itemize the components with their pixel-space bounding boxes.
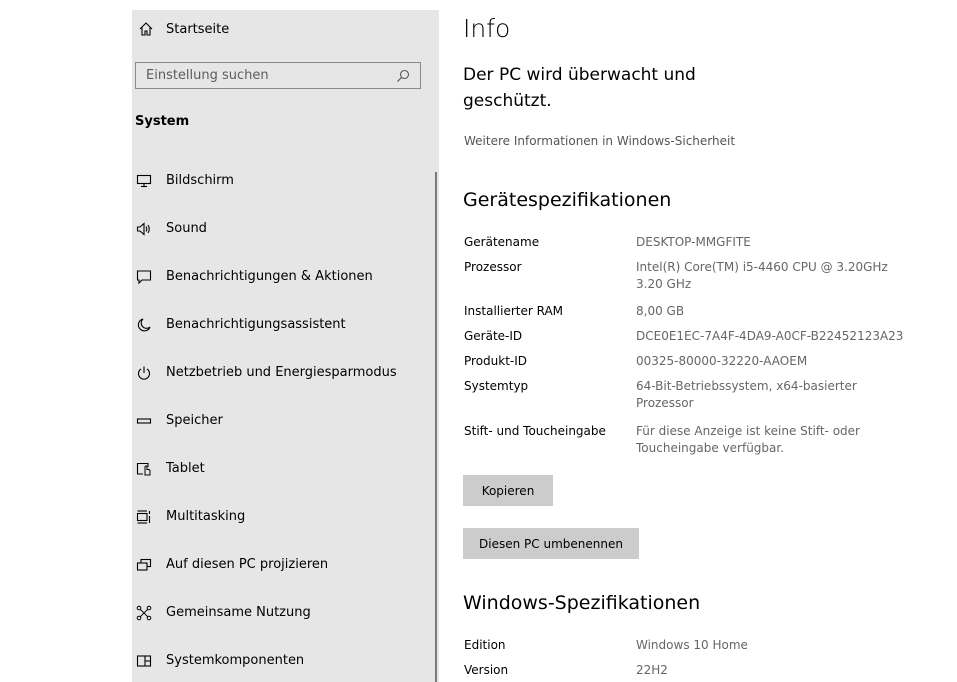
windows-specs-heading: Windows-Spezifikationen [463, 592, 701, 614]
rename-pc-button[interactable]: Diesen PC umbenennen [463, 528, 639, 559]
spec-value: Intel(R) Core(TM) i5-4460 CPU @ 3.20GHz … [636, 260, 888, 291]
section-title-system: System [135, 114, 190, 129]
sidebar-item-label: Multitasking [166, 509, 246, 524]
storage-icon [136, 418, 152, 424]
sidebar-item-label: Gemeinsame Nutzung [166, 605, 311, 620]
sidebar-item-netzbetrieb[interactable]: Netzbetrieb und Energiesparmodus [132, 353, 432, 393]
sidebar-scrollbar[interactable] [435, 172, 437, 682]
share-icon [136, 605, 152, 621]
spec-value: DCE0E1EC-7A4F-4DA9-A0CF-B22452123A23 [636, 329, 904, 343]
sidebar-item-benachrichtigungen[interactable]: Benachrichtigungen & Aktionen [132, 257, 432, 297]
project-icon [136, 558, 152, 571]
device-specs-heading: Gerätespezifikationen [463, 189, 672, 211]
search-placeholder: Einstellung suchen [146, 68, 269, 83]
sidebar-item-tablet[interactable]: Tablet [132, 449, 432, 489]
search-icon[interactable] [396, 69, 410, 83]
moon-icon [137, 318, 151, 332]
sidebar-item-label: Systemkomponenten [166, 653, 305, 668]
sidebar-item-label: Tablet [166, 461, 205, 476]
sidebar-item-multitasking[interactable]: Multitasking [132, 497, 432, 537]
spec-key: Version [464, 663, 509, 677]
spec-value: Windows 10 Home [636, 638, 748, 652]
sidebar-item-bildschirm[interactable]: Bildschirm [132, 161, 432, 201]
spec-key: Prozessor [464, 260, 522, 274]
sidebar-item-systemkomponenten[interactable]: Systemkomponenten [132, 641, 432, 681]
copy-button[interactable]: Kopieren [463, 475, 553, 506]
spec-key: Systemtyp [464, 379, 529, 393]
sidebar-item-projizieren[interactable]: Auf diesen PC projizieren [132, 545, 432, 585]
spec-key: Installierter RAM [464, 304, 564, 318]
speaker-icon [136, 222, 150, 236]
sidebar-item-gemeinsame-nutzung[interactable]: Gemeinsame Nutzung [132, 593, 432, 633]
info-page: Info Der PC wird überwacht und geschützt… [463, 0, 957, 682]
home-link[interactable]: Startseite [132, 18, 432, 42]
sidebar-item-label: Benachrichtigungsassistent [166, 317, 346, 332]
home-label: Startseite [166, 22, 230, 37]
search-input[interactable]: Einstellung suchen [135, 62, 421, 89]
components-icon [136, 655, 152, 667]
spec-value: 8,00 GB [636, 304, 685, 318]
sidebar-item-sound[interactable]: Sound [132, 209, 432, 249]
page-title: Info [463, 14, 511, 43]
spec-value: Für diese Anzeige ist keine Stift- oder … [636, 424, 860, 455]
tablet-icon [136, 462, 151, 476]
monitor-icon [136, 174, 152, 188]
sidebar-item-label: Netzbetrieb und Energiesparmodus [166, 365, 397, 380]
spec-key: Stift- und Toucheingabe [464, 424, 606, 438]
sidebar-item-label: Sound [166, 221, 207, 236]
notification-icon [136, 270, 152, 285]
sidebar-item-label: Benachrichtigungen & Aktionen [166, 269, 373, 284]
security-link[interactable]: Weitere Informationen in Windows-Sicherh… [464, 134, 735, 148]
protection-status: Der PC wird überwacht und geschützt. [463, 65, 696, 111]
spec-key: Produkt-ID [464, 354, 528, 368]
sidebar-item-label: Bildschirm [166, 173, 234, 188]
spec-value: 00325-80000-32220-AAOEM [636, 354, 808, 368]
sidebar-item-speicher[interactable]: Speicher [132, 401, 432, 441]
home-icon [139, 22, 153, 36]
power-icon [137, 366, 151, 380]
spec-value: DESKTOP-MMGFITE [636, 235, 751, 249]
spec-value: 22H2 [636, 663, 668, 677]
sidebar-item-label: Speicher [166, 413, 223, 428]
multitasking-icon [136, 510, 151, 524]
sidebar-item-assistent[interactable]: Benachrichtigungsassistent [132, 305, 432, 345]
settings-sidebar: Startseite Einstellung suchen System Bil… [132, 10, 439, 682]
spec-key: Geräte-ID [464, 329, 523, 343]
sidebar-item-label: Auf diesen PC projizieren [166, 557, 329, 572]
spec-value: 64-Bit-Betriebssystem, x64-basierter Pro… [636, 379, 857, 410]
spec-key: Edition [464, 638, 506, 652]
spec-key: Gerätename [464, 235, 540, 249]
